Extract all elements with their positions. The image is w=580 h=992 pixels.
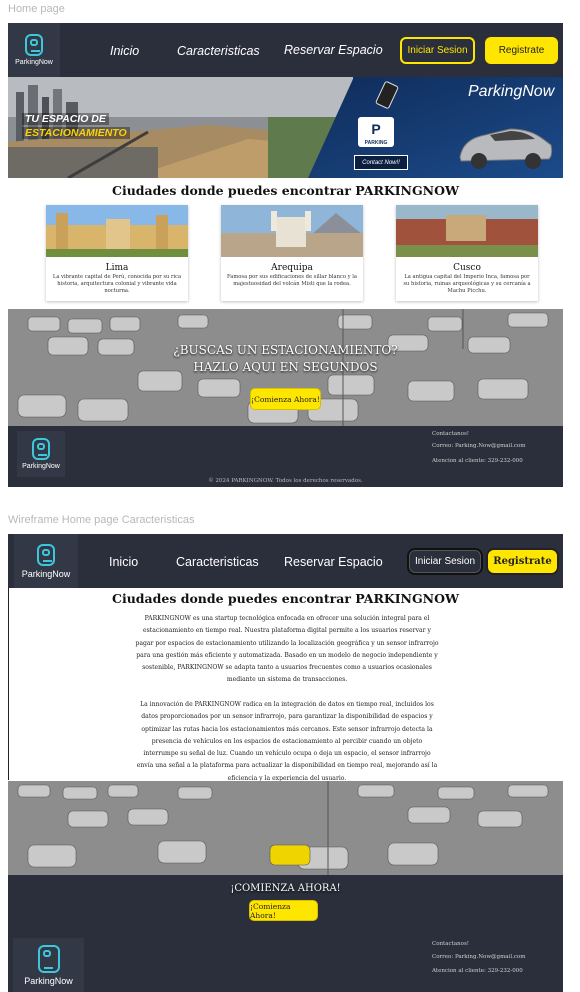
wf-logo-text: ParkingNow [21,568,71,579]
wf-paragraph-2: La innovación de PARKINGNOW radica en la… [136,701,438,782]
footer-email[interactable]: Correo: Parking.Now@gmail.com [432,443,525,449]
wf-footer: ¡COMIENZA AHORA! ¡Comienza Ahora! Parkin… [8,875,563,992]
register-button[interactable]: Registrate [485,37,558,64]
cities-section-title: Ciudades donde puedes encontrar PARKINGN… [112,183,459,198]
hero-banner: TU ESPACIO DE ESTACIONAMIENTO ParkingNow… [8,77,563,178]
banner-tagline-2: ESTACIONAMIENTO [22,127,130,139]
city-desc-cusco: La antigua capital del Imperio Inca, fam… [403,274,531,294]
footer-contact-title: Contactanos! [432,431,470,437]
logo-text: ParkingNow [15,59,53,66]
footer-logo-text: ParkingNow [22,463,60,470]
city-desc-arequipa: Famosa por sus edificaciones de sillar b… [227,274,357,287]
parking-logo-icon [25,34,43,56]
wf-cta-start-button[interactable]: ¡Comienza Ahora! [249,900,318,921]
banner-brand: ParkingNow [468,83,555,100]
city-name-cusco: Cusco [453,263,481,273]
nav-reservar-espacio[interactable]: Reservar Espacio [284,43,383,57]
wf-footer-email[interactable]: Correo: Parking.Now@gmail.com [432,954,525,960]
city-name-lima: Lima [105,263,129,273]
banner-tagline-1: TU ESPACIO DE [22,113,109,125]
home-page-frame: ParkingNow Inicio Caracteristicas Reserv… [8,23,563,487]
parking-sign-icon: P PARKING [358,117,394,147]
footer: ParkingNow Contactanos! Correo: Parking.… [8,426,563,487]
smartphone-icon [375,81,399,109]
logo[interactable]: ParkingNow [8,23,60,77]
wf-footer-logo[interactable]: ParkingNow [13,938,84,992]
wf-login-button[interactable]: Iniciar Sesion [407,548,483,575]
city-card-arequipa[interactable]: Arequipa Famosa por sus edificaciones de… [221,205,363,301]
city-card-lima[interactable]: Lima La vibrante capital de Perú, conoci… [46,205,188,301]
wf-nav-reservar-espacio[interactable]: Reservar Espacio [284,555,383,569]
top-navbar: ParkingNow Inicio Caracteristicas Reserv… [8,23,563,77]
wf-footer-contact-title: Contactanos! [432,941,470,947]
login-button[interactable]: Iniciar Sesion [400,37,475,64]
footer-logo[interactable]: ParkingNow [17,431,65,477]
nav-caracteristicas[interactable]: Caracteristicas [177,44,260,58]
wf-logo[interactable]: ParkingNow [14,534,78,588]
wf-footer-phone: Atencion al cliente: 329-232-000 [432,968,523,974]
wf-footer-parking-logo-icon [37,944,60,973]
wireframe-frame: ParkingNow Inicio Caracteristicas Reserv… [8,534,563,992]
lima-image [46,205,188,257]
wf-paragraph-1: PARKINGNOW es una startup tecnológica en… [135,615,439,684]
city-card-cusco[interactable]: Cusco La antigua capital del Imperio Inc… [396,205,538,301]
footer-phone: Atencion al cliente: 329-232-000 [432,458,523,464]
wireframe-frame-label: Wireframe Home page Caracteristicas [8,514,195,526]
car-icon [459,128,553,169]
wf-section-title: Ciudades donde puedes encontrar PARKINGN… [112,591,459,606]
wf-parking-lot-image [8,781,563,875]
wf-parking-logo-icon [37,543,55,566]
wf-register-button[interactable]: Registrate [486,548,559,575]
wf-nav-caracteristicas[interactable]: Caracteristicas [176,555,259,569]
wf-top-navbar: ParkingNow Inicio Caracteristicas Reserv… [8,534,563,588]
home-frame-label: Home page [8,3,65,15]
wf-nav-inicio[interactable]: Inicio [109,555,138,569]
wf-footer-logo-text: ParkingNow [24,975,73,986]
city-name-arequipa: Arequipa [271,263,313,273]
nav-inicio[interactable]: Inicio [110,44,139,58]
cta-start-button[interactable]: ¡Comienza Ahora! [250,388,321,410]
cusco-image [396,205,538,257]
cta-heading-line2: HAZLO AQUI EN SEGUNDOS [193,360,378,374]
footer-parking-logo-icon [32,438,50,460]
cta-heading-line1: ¿BUSCAS UN ESTACIONAMIENTO? [173,343,398,357]
arequipa-image [221,205,363,257]
wf-cta-title: ¡COMIENZA AHORA! [230,883,341,894]
contact-now-button[interactable]: Contact Now!! [354,155,408,170]
footer-copyright: © 2024 PARKINGNOW. Todos los derechos re… [208,478,363,484]
city-desc-lima: La vibrante capital de Perú, conocida po… [52,274,182,294]
